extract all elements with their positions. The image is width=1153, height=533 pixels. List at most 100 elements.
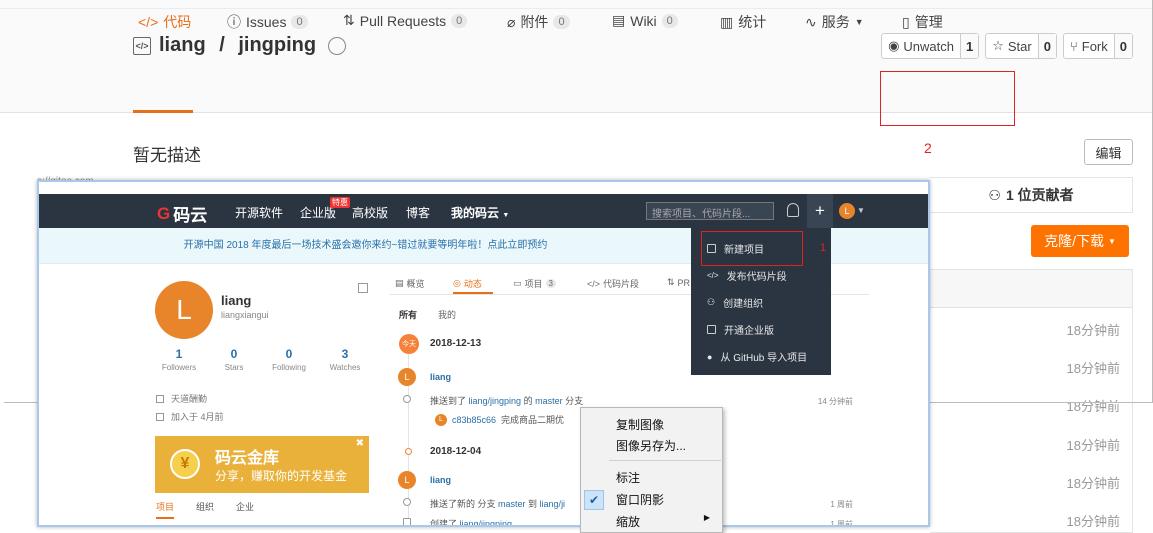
- star-label: Star: [1007, 38, 1032, 54]
- stat-followers[interactable]: 1 Followers: [151, 347, 207, 372]
- feed-text-part: 的: [521, 396, 536, 406]
- feed-user[interactable]: liang: [430, 372, 451, 382]
- feed-repo-link[interactable]: liang/jingping: [460, 519, 513, 525]
- unwatch-button[interactable]: ◉ Unwatch 1: [881, 33, 980, 59]
- nav-my-gitee[interactable]: 我的码云 ▼: [451, 204, 509, 221]
- tab-code[interactable]: </> 代码: [138, 12, 191, 32]
- tab-services[interactable]: ∿ 服务 ▼: [805, 12, 864, 32]
- left-tab-projects[interactable]: 项目: [156, 500, 175, 519]
- tab-count: 0: [661, 13, 678, 28]
- left-tab-enterprise[interactable]: 企业: [236, 500, 254, 513]
- fork-button[interactable]: ⑂ Fork 0: [1062, 33, 1133, 59]
- timeline-dot: [405, 448, 412, 455]
- feed-text-part: 创建了: [430, 519, 460, 527]
- feed-time: 14 分钟前: [817, 397, 853, 406]
- code-icon: </>: [707, 271, 719, 280]
- feed-repo-link[interactable]: liang/ji: [540, 499, 566, 509]
- feed-tab-label: 概览: [406, 279, 425, 289]
- menu-new-snippet[interactable]: </> 发布代码片段: [707, 268, 787, 283]
- commit-message: 完成商品二期优: [501, 415, 565, 425]
- feed-tab-pr[interactable]: ⇅ PR: [667, 277, 690, 288]
- feed-filter-mine[interactable]: 我的: [438, 308, 456, 321]
- pull-request-icon: ⇅: [343, 12, 355, 28]
- star-button[interactable]: ☆ Star 0: [985, 33, 1057, 59]
- bell-icon[interactable]: [787, 203, 799, 217]
- tab-pull-requests[interactable]: ⇅ Pull Requests 0: [343, 12, 468, 29]
- tab-attachments[interactable]: ⌀ 附件 0: [507, 12, 570, 32]
- menu-new-org[interactable]: ⚇ 创建组织: [707, 295, 763, 310]
- info-circle-icon: ⓘ: [227, 14, 241, 30]
- stat-label: Following: [272, 363, 306, 372]
- profile-joined-text: 加入于 4月前: [171, 412, 224, 422]
- stat-stars[interactable]: 0 Stars: [206, 347, 262, 372]
- ctx-window-shadow[interactable]: 窗口阴影: [616, 491, 664, 508]
- feed-tab-snippets[interactable]: </> 代码片段: [587, 277, 639, 290]
- repo-owner-link[interactable]: liang: [159, 34, 206, 57]
- tab-manage[interactable]: ▯ 管理: [902, 12, 943, 32]
- repo-badge-icon[interactable]: [328, 36, 347, 55]
- fork-label: Fork: [1081, 38, 1108, 54]
- profile-motto: 天道酬勤: [156, 392, 207, 405]
- feed-avatar[interactable]: L: [398, 471, 416, 489]
- caret-down-icon: ▼: [854, 17, 864, 27]
- file-time: 18分钟前: [1066, 438, 1120, 453]
- nav-university[interactable]: 高校版: [352, 204, 388, 221]
- clone-download-button[interactable]: 克隆/下载 ▼: [1031, 225, 1129, 257]
- menu-label: 发布代码片段: [726, 272, 787, 283]
- edit-profile-icon[interactable]: [358, 283, 368, 293]
- gitee-fund-banner[interactable]: ¥ 码云金库 分享，赚取你的开发基金 ✖: [155, 436, 369, 493]
- tab-stats[interactable]: ▥ 统计: [720, 12, 766, 32]
- menu-import-github[interactable]: ● 从 GitHub 导入项目: [707, 349, 807, 365]
- stat-following[interactable]: 0 Following: [261, 347, 317, 372]
- feed-repo-link[interactable]: liang/jingping: [469, 396, 522, 406]
- feed-branch-link[interactable]: master: [535, 396, 563, 406]
- commit-sha[interactable]: c83b85c66: [452, 415, 496, 425]
- menu-enterprise[interactable]: 开通企业版: [707, 322, 774, 337]
- plus-icon[interactable]: +: [807, 194, 833, 228]
- feed-tab-overview[interactable]: ▤ 概览: [395, 277, 425, 290]
- stat-watches[interactable]: 3 Watches: [317, 347, 373, 372]
- feed-tab-projects[interactable]: ▭ 项目 3: [513, 277, 556, 290]
- feed-avatar[interactable]: L: [398, 368, 416, 386]
- nav-open-source[interactable]: 开源软件: [235, 204, 283, 221]
- feed-user[interactable]: liang: [430, 475, 451, 485]
- gitee-navbar: G 码云 开源软件 企业版 特惠 高校版 博客 我的码云 ▼ 搜索项目、代码片段.…: [39, 194, 928, 228]
- left-tab-orgs[interactable]: 组织: [196, 500, 214, 513]
- stat-number: 0: [285, 347, 293, 361]
- feed-text: 推送到了 liang/jingping 的 master 分支: [430, 394, 583, 407]
- feed-tab-activity[interactable]: ◎ 动态: [453, 277, 482, 290]
- contributors-bar[interactable]: ⚇ 1 位贡献者: [930, 177, 1133, 213]
- fork-count[interactable]: 0: [1113, 34, 1132, 58]
- tab-issues[interactable]: ⓘ Issues 0: [227, 12, 308, 32]
- tab-wiki[interactable]: ▤ Wiki 0: [612, 12, 678, 29]
- edit-description-button[interactable]: 编辑: [1084, 139, 1133, 165]
- tab-count: 0: [553, 15, 570, 29]
- people-icon: ⚇: [988, 186, 1001, 203]
- ctx-save-image-as[interactable]: 图像另存为...: [616, 437, 686, 454]
- ctx-annotate[interactable]: 标注: [616, 469, 640, 486]
- gitee-search-input[interactable]: 搜索项目、代码片段...: [646, 202, 774, 220]
- feed-tab-underline: [453, 292, 493, 294]
- tab-label: Pull Requests: [359, 12, 447, 29]
- annotation-box-manage: [880, 71, 1015, 126]
- watch-count[interactable]: 1: [959, 34, 979, 58]
- repo-title-separator: /: [213, 34, 231, 56]
- ctx-copy-image[interactable]: 复制图像: [616, 416, 664, 433]
- commit-entry: Lc83b85c66 完成商品二期优: [435, 413, 564, 426]
- gitee-logo[interactable]: G 码云: [157, 201, 207, 226]
- profile-name: liang: [221, 293, 252, 308]
- nav-blog[interactable]: 博客: [406, 204, 430, 221]
- feed-text: 推送了新的 分支 master 到 liang/ji: [430, 497, 565, 510]
- building-icon: [707, 325, 716, 334]
- file-list-header: [930, 270, 1132, 308]
- tab-label: 服务: [821, 14, 850, 30]
- feed-branch-link[interactable]: master: [498, 499, 526, 509]
- ctx-zoom[interactable]: 缩放: [616, 513, 640, 530]
- close-icon[interactable]: ✖: [356, 438, 364, 449]
- feed-filter-all[interactable]: 所有: [399, 308, 417, 321]
- star-count[interactable]: 0: [1037, 34, 1056, 58]
- profile-handle: liangxiangui: [221, 310, 269, 320]
- repo-name-link[interactable]: jingping: [238, 34, 316, 57]
- profile-joined: 加入于 4月前: [156, 410, 224, 423]
- user-avatar[interactable]: L: [839, 203, 855, 219]
